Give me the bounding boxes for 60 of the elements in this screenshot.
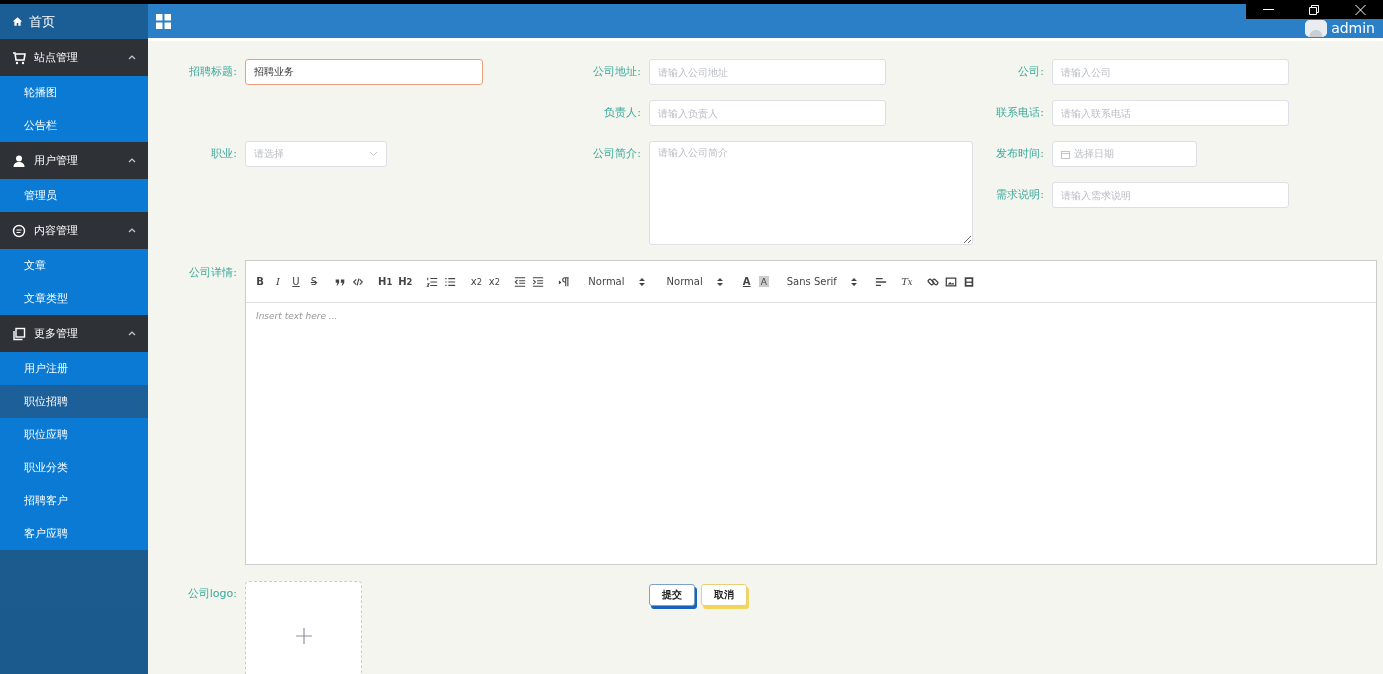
- text-field[interactable]: 请输入负责人: [649, 100, 886, 126]
- submit-button[interactable]: 提交: [649, 584, 695, 606]
- sidebar-group[interactable]: 用户管理: [0, 142, 148, 179]
- color-button[interactable]: A: [740, 272, 753, 291]
- format-select[interactable]: Sans Serif: [782, 276, 861, 287]
- field-label: 公司地址:: [592, 64, 642, 80]
- field-label: 公司详情:: [188, 265, 238, 281]
- sidebar-item[interactable]: 文章: [0, 249, 148, 282]
- sidebar-item[interactable]: 轮播图: [0, 76, 148, 109]
- background-button[interactable]: A: [758, 276, 769, 287]
- plus-icon: [295, 628, 312, 644]
- user-name[interactable]: admin: [1331, 20, 1375, 37]
- text-field[interactable]: 请输入需求说明: [1052, 182, 1289, 208]
- text-field[interactable]: 请输入公司: [1052, 59, 1289, 85]
- sidebar-item[interactable]: 职位应聘: [0, 418, 148, 451]
- field-label: 发布时间:: [995, 146, 1045, 162]
- sidebar-item[interactable]: 文章类型: [0, 282, 148, 315]
- text-field[interactable]: 请输入联系电话: [1052, 100, 1289, 126]
- bold-button[interactable]: B: [254, 272, 266, 291]
- field-label: 负责人:: [603, 105, 642, 121]
- format-select[interactable]: Normal: [584, 276, 649, 287]
- sidebar-item[interactable]: 管理员: [0, 179, 148, 212]
- calendar-icon: [1061, 149, 1070, 159]
- avatar-icon[interactable]: [1305, 20, 1328, 37]
- field-label: 职业:: [210, 146, 238, 162]
- cart-icon: [12, 50, 26, 65]
- underline-button[interactable]: U: [290, 272, 302, 291]
- field-label: 需求说明:: [995, 187, 1045, 203]
- field-label: 公司简介:: [592, 146, 642, 162]
- sidebar-item[interactable]: 职业分类: [0, 451, 148, 484]
- chat-icon: [12, 223, 26, 238]
- sidebar-group[interactable]: 站点管理: [0, 39, 148, 76]
- home-icon: [12, 16, 23, 27]
- field-label: 公司:: [1017, 64, 1045, 80]
- sidebar-item[interactable]: 职位招聘: [0, 385, 148, 418]
- restore-icon[interactable]: [1309, 4, 1320, 15]
- chevron-down-icon: [369, 151, 378, 157]
- field-label: 联系电话:: [995, 105, 1045, 121]
- sidebar-group[interactable]: 内容管理: [0, 212, 148, 249]
- format-select[interactable]: Normal: [662, 276, 727, 287]
- italic-button[interactable]: I: [272, 272, 284, 291]
- copy-icon: [12, 326, 26, 341]
- user-icon: [12, 153, 26, 168]
- sort-arrows-icon: [850, 276, 857, 287]
- field-label: 公司logo:: [186, 586, 238, 602]
- sidebar-item[interactable]: 公告栏: [0, 109, 148, 142]
- cancel-button[interactable]: 取消: [701, 584, 747, 606]
- sidebar-item[interactable]: 用户注册: [0, 352, 148, 385]
- strike-button[interactable]: S: [308, 272, 320, 291]
- field-label: 招聘标题:: [188, 64, 238, 80]
- sort-arrows-icon: [638, 276, 645, 287]
- grid-menu-icon[interactable]: [156, 13, 171, 29]
- sort-arrows-icon: [716, 276, 723, 287]
- close-icon[interactable]: [1354, 4, 1366, 15]
- editor-placeholder: Insert text here ...: [255, 310, 339, 323]
- upload-field[interactable]: [245, 581, 362, 674]
- text-field[interactable]: 招聘业务: [245, 59, 483, 85]
- sidebar-group[interactable]: 更多管理: [0, 315, 148, 352]
- sidebar-item[interactable]: 招聘客户: [0, 484, 148, 517]
- sidebar-item[interactable]: 客户应聘: [0, 517, 148, 550]
